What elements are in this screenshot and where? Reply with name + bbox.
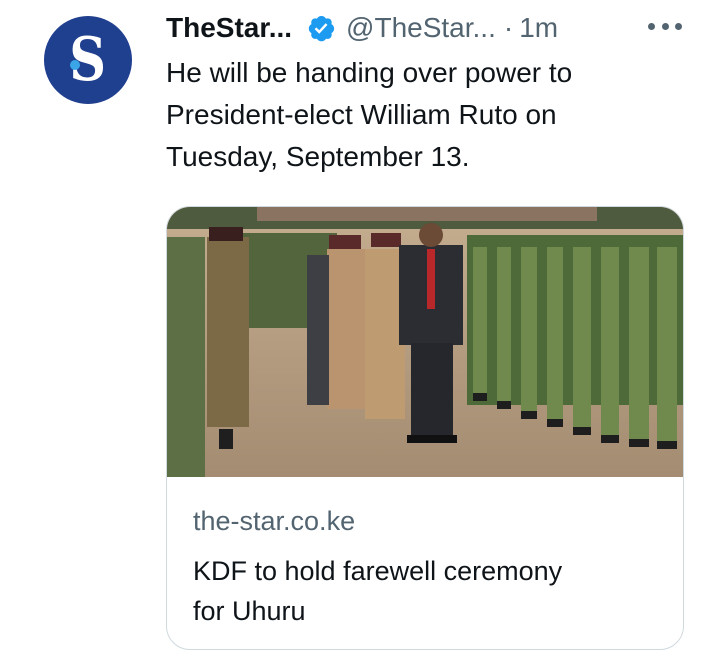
separator-dot: · [503,12,514,43]
more-dot [675,22,682,30]
more-dot [648,22,655,30]
card-title-line: KDF to hold farewell ceremony [193,556,563,586]
link-card[interactable]: the-star.co.ke KDF to hold farewell cere… [166,206,684,650]
card-image[interactable] [167,207,683,477]
card-meta: the-star.co.ke KDF to hold farewell cere… [193,503,663,631]
tweet-text-line: He will be handing over power to [166,57,573,88]
more-options-icon[interactable] [648,16,682,36]
card-title: KDF to hold farewell ceremony for Uhuru [193,551,663,631]
more-dot [661,22,669,30]
user-handle[interactable]: @TheStar... [346,12,496,44]
tweet-timestamp[interactable]: 1m [519,12,558,44]
tweet-text-line: Tuesday, September 13. [166,141,470,172]
display-name[interactable]: TheStar... [166,12,292,44]
tweet-header: TheStar... @TheStar... · 1m [166,8,696,48]
avatar-logo-dot [70,60,80,70]
card-title-line: for Uhuru [193,596,306,626]
card-domain: the-star.co.ke [193,506,356,536]
tweet[interactable]: S TheStar... @TheStar... · 1m He will be… [0,0,720,655]
verified-badge-icon [306,13,336,43]
tweet-text-line: President-elect William Ruto on [166,99,557,130]
profile-avatar[interactable]: S [44,16,132,104]
tweet-text: He will be handing over power to Preside… [166,52,686,178]
